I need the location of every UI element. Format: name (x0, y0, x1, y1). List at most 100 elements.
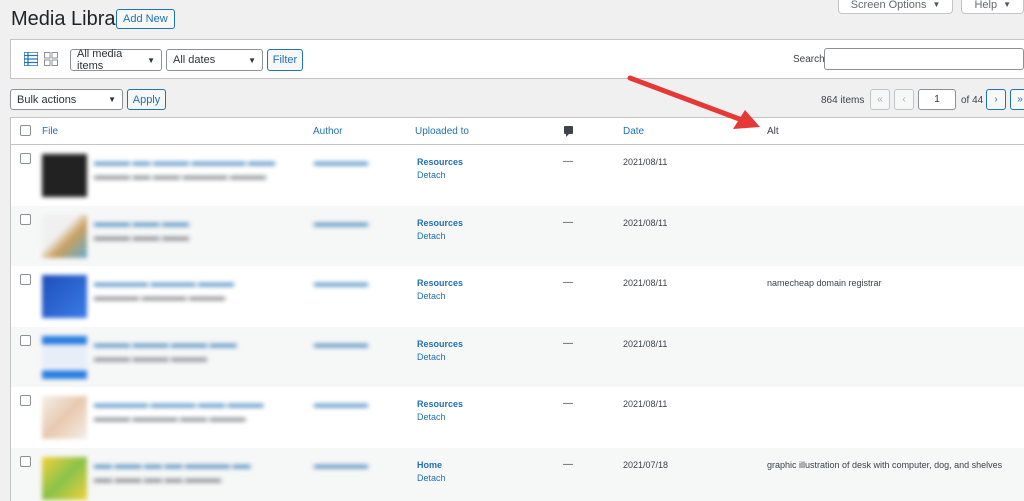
table-row: ▬▬▬▬▬▬ ▬▬▬▬▬ ▬▬▬▬ ▬▬▬▬▬ ▬▬▬▬▬ ▬▬▬▬ ▬▬▬▬▬… (11, 266, 1024, 327)
comment-count: — (563, 277, 573, 288)
media-filename: ▬▬▬▬ ▬▬▬ ▬▬▬ (94, 231, 190, 242)
detach-link[interactable]: Detach (417, 412, 446, 422)
media-type-value: All media items (77, 48, 123, 72)
row-checkbox[interactable] (20, 274, 31, 285)
table-row: ▬▬▬▬ ▬▬ ▬▬▬▬ ▬▬▬▬▬▬ ▬▬▬ ▬▬▬▬ ▬▬ ▬▬▬ ▬▬▬▬… (11, 145, 1024, 206)
uploaded-to-link[interactable]: Resources (417, 278, 463, 288)
media-title[interactable]: ▬▬▬▬▬▬ ▬▬▬▬▬ ▬▬▬▬ (94, 278, 234, 288)
media-table: File Author Uploaded to Date Alt ▬▬▬▬ ▬▬… (10, 117, 1024, 501)
media-thumbnail[interactable] (42, 214, 87, 258)
alt-text: namecheap domain registrar (767, 278, 882, 288)
chevron-down-icon: ▼ (147, 55, 155, 65)
detach-link[interactable]: Detach (417, 170, 446, 180)
filter-button[interactable]: Filter (267, 49, 303, 71)
page-title: Media Library (11, 8, 133, 30)
media-type-select[interactable]: All media items ▼ (70, 48, 162, 72)
prev-page-button[interactable]: ‹ (894, 89, 914, 110)
media-date: 2021/08/11 (623, 338, 668, 349)
media-thumbnail[interactable] (42, 154, 87, 197)
table-row: ▬▬ ▬▬▬ ▬▬ ▬▬ ▬▬▬▬▬ ▬▬ ▬▬ ▬▬▬ ▬▬ ▬▬ ▬▬▬▬ … (11, 447, 1024, 501)
table-row: ▬▬▬▬ ▬▬▬ ▬▬▬ ▬▬▬▬ ▬▬▬ ▬▬▬ ▬▬▬▬▬▬ Resourc… (11, 205, 1024, 266)
media-thumbnail[interactable] (42, 396, 87, 439)
select-all-checkbox[interactable] (20, 125, 31, 136)
uploaded-to-link[interactable]: Resources (417, 157, 463, 167)
add-new-button[interactable]: Add New (116, 9, 175, 29)
media-title[interactable]: ▬▬▬▬ ▬▬▬ ▬▬▬ (94, 218, 189, 228)
screen-options-button[interactable]: Screen Options ▼ (837, 0, 954, 14)
media-date: 2021/08/11 (623, 399, 668, 409)
detach-link[interactable]: Detach (417, 291, 446, 301)
media-author[interactable]: ▬▬▬▬▬▬ (314, 399, 368, 409)
first-page-button[interactable]: « (870, 89, 890, 110)
comment-count: — (563, 156, 573, 167)
comment-count: — (563, 337, 573, 349)
table-row: ▬▬▬▬▬▬ ▬▬▬▬▬ ▬▬▬ ▬▬▬▬ ▬▬▬▬ ▬▬▬▬▬ ▬▬▬ ▬▬▬… (11, 387, 1024, 448)
comment-count: — (563, 398, 573, 409)
media-date: 2021/07/18 (623, 459, 669, 470)
bulk-actions-value: Bulk actions (17, 93, 77, 106)
media-author[interactable]: ▬▬▬▬▬▬ (314, 218, 368, 228)
detach-link[interactable]: Detach (417, 473, 446, 483)
uploaded-to-link[interactable]: Home (417, 460, 442, 470)
next-page-button[interactable]: › (986, 89, 1006, 110)
grid-view-icon[interactable] (44, 52, 58, 66)
media-title[interactable]: ▬▬ ▬▬▬ ▬▬ ▬▬ ▬▬▬▬▬ ▬▬ (94, 460, 251, 470)
media-author[interactable]: ▬▬▬▬▬▬ (314, 157, 368, 167)
last-page-button[interactable]: » (1010, 89, 1024, 110)
column-date[interactable]: Date (623, 126, 644, 137)
search-label: Search (793, 54, 825, 65)
apply-button[interactable]: Apply (127, 89, 166, 110)
media-date: 2021/08/11 (623, 278, 668, 288)
media-thumbnail[interactable] (42, 275, 87, 318)
detach-link[interactable]: Detach (417, 231, 446, 241)
column-uploaded-to[interactable]: Uploaded to (415, 126, 469, 137)
current-page-input[interactable]: 1 (918, 89, 956, 110)
media-thumbnail[interactable] (42, 335, 87, 379)
uploaded-to-link[interactable]: Resources (417, 218, 463, 228)
column-file[interactable]: File (42, 126, 58, 137)
comment-count: — (563, 458, 573, 470)
chevron-down-icon: ▼ (108, 95, 116, 104)
caret-down-icon: ▼ (1003, 0, 1011, 9)
alt-text: graphic illustration of desk with comput… (767, 459, 1003, 470)
media-title[interactable]: ▬▬▬▬ ▬▬ ▬▬▬▬ ▬▬▬▬▬▬ ▬▬▬ (94, 157, 275, 167)
media-filename: ▬▬▬▬ ▬▬ ▬▬▬ ▬▬▬▬▬ ▬▬▬▬ (94, 171, 267, 181)
media-date: 2021/08/11 (623, 217, 668, 228)
media-author[interactable]: ▬▬▬▬▬▬ (314, 460, 368, 470)
column-alt: Alt (767, 126, 779, 137)
row-checkbox[interactable] (20, 334, 31, 346)
table-row: ▬▬▬▬ ▬▬▬▬ ▬▬▬▬ ▬▬▬ ▬▬▬▬ ▬▬▬▬ ▬▬▬▬ ▬▬▬▬▬▬… (11, 326, 1024, 387)
media-author[interactable]: ▬▬▬▬▬▬ (314, 339, 368, 349)
media-filename: ▬▬▬▬▬ ▬▬▬▬▬ ▬▬▬▬ (94, 292, 226, 302)
total-pages: of 44 (961, 95, 984, 106)
media-filename: ▬▬▬▬ ▬▬▬▬▬ ▬▬▬ ▬▬▬▬ (94, 413, 246, 423)
screen-options-label: Screen Options (850, 0, 927, 11)
media-thumbnail[interactable] (42, 456, 87, 500)
list-view-icon[interactable] (24, 52, 38, 66)
media-title[interactable]: ▬▬▬▬ ▬▬▬▬ ▬▬▬▬ ▬▬▬ (94, 339, 237, 349)
detach-link[interactable]: Detach (417, 352, 446, 362)
row-checkbox[interactable] (20, 213, 31, 225)
comment-count: — (563, 216, 573, 228)
row-checkbox[interactable] (20, 153, 31, 164)
media-toolbar: All media items ▼ All dates ▼ Filter Sea… (10, 39, 1024, 79)
media-date: 2021/08/11 (623, 157, 668, 167)
dates-value: All dates (173, 54, 216, 66)
table-header: File Author Uploaded to Date Alt (11, 118, 1024, 145)
chevron-down-icon: ▼ (248, 55, 256, 65)
uploaded-to-link[interactable]: Resources (417, 399, 463, 409)
search-input[interactable] (824, 48, 1024, 70)
media-title[interactable]: ▬▬▬▬▬▬ ▬▬▬▬▬ ▬▬▬ ▬▬▬▬ (94, 399, 264, 409)
help-label: Help (974, 0, 998, 11)
uploaded-to-link[interactable]: Resources (417, 339, 463, 349)
media-filename: ▬▬ ▬▬▬ ▬▬ ▬▬ ▬▬▬▬ (94, 473, 222, 484)
screen-meta-tabs: Screen Options ▼ Help ▼ (837, 0, 1024, 14)
help-button[interactable]: Help ▼ (961, 0, 1024, 14)
comment-icon (564, 126, 573, 137)
row-checkbox[interactable] (20, 395, 31, 406)
column-author[interactable]: Author (313, 126, 342, 137)
bulk-actions-select[interactable]: Bulk actions ▼ (10, 89, 123, 110)
row-checkbox[interactable] (20, 455, 31, 467)
media-author[interactable]: ▬▬▬▬▬▬ (314, 278, 368, 288)
dates-select[interactable]: All dates ▼ (166, 49, 263, 71)
